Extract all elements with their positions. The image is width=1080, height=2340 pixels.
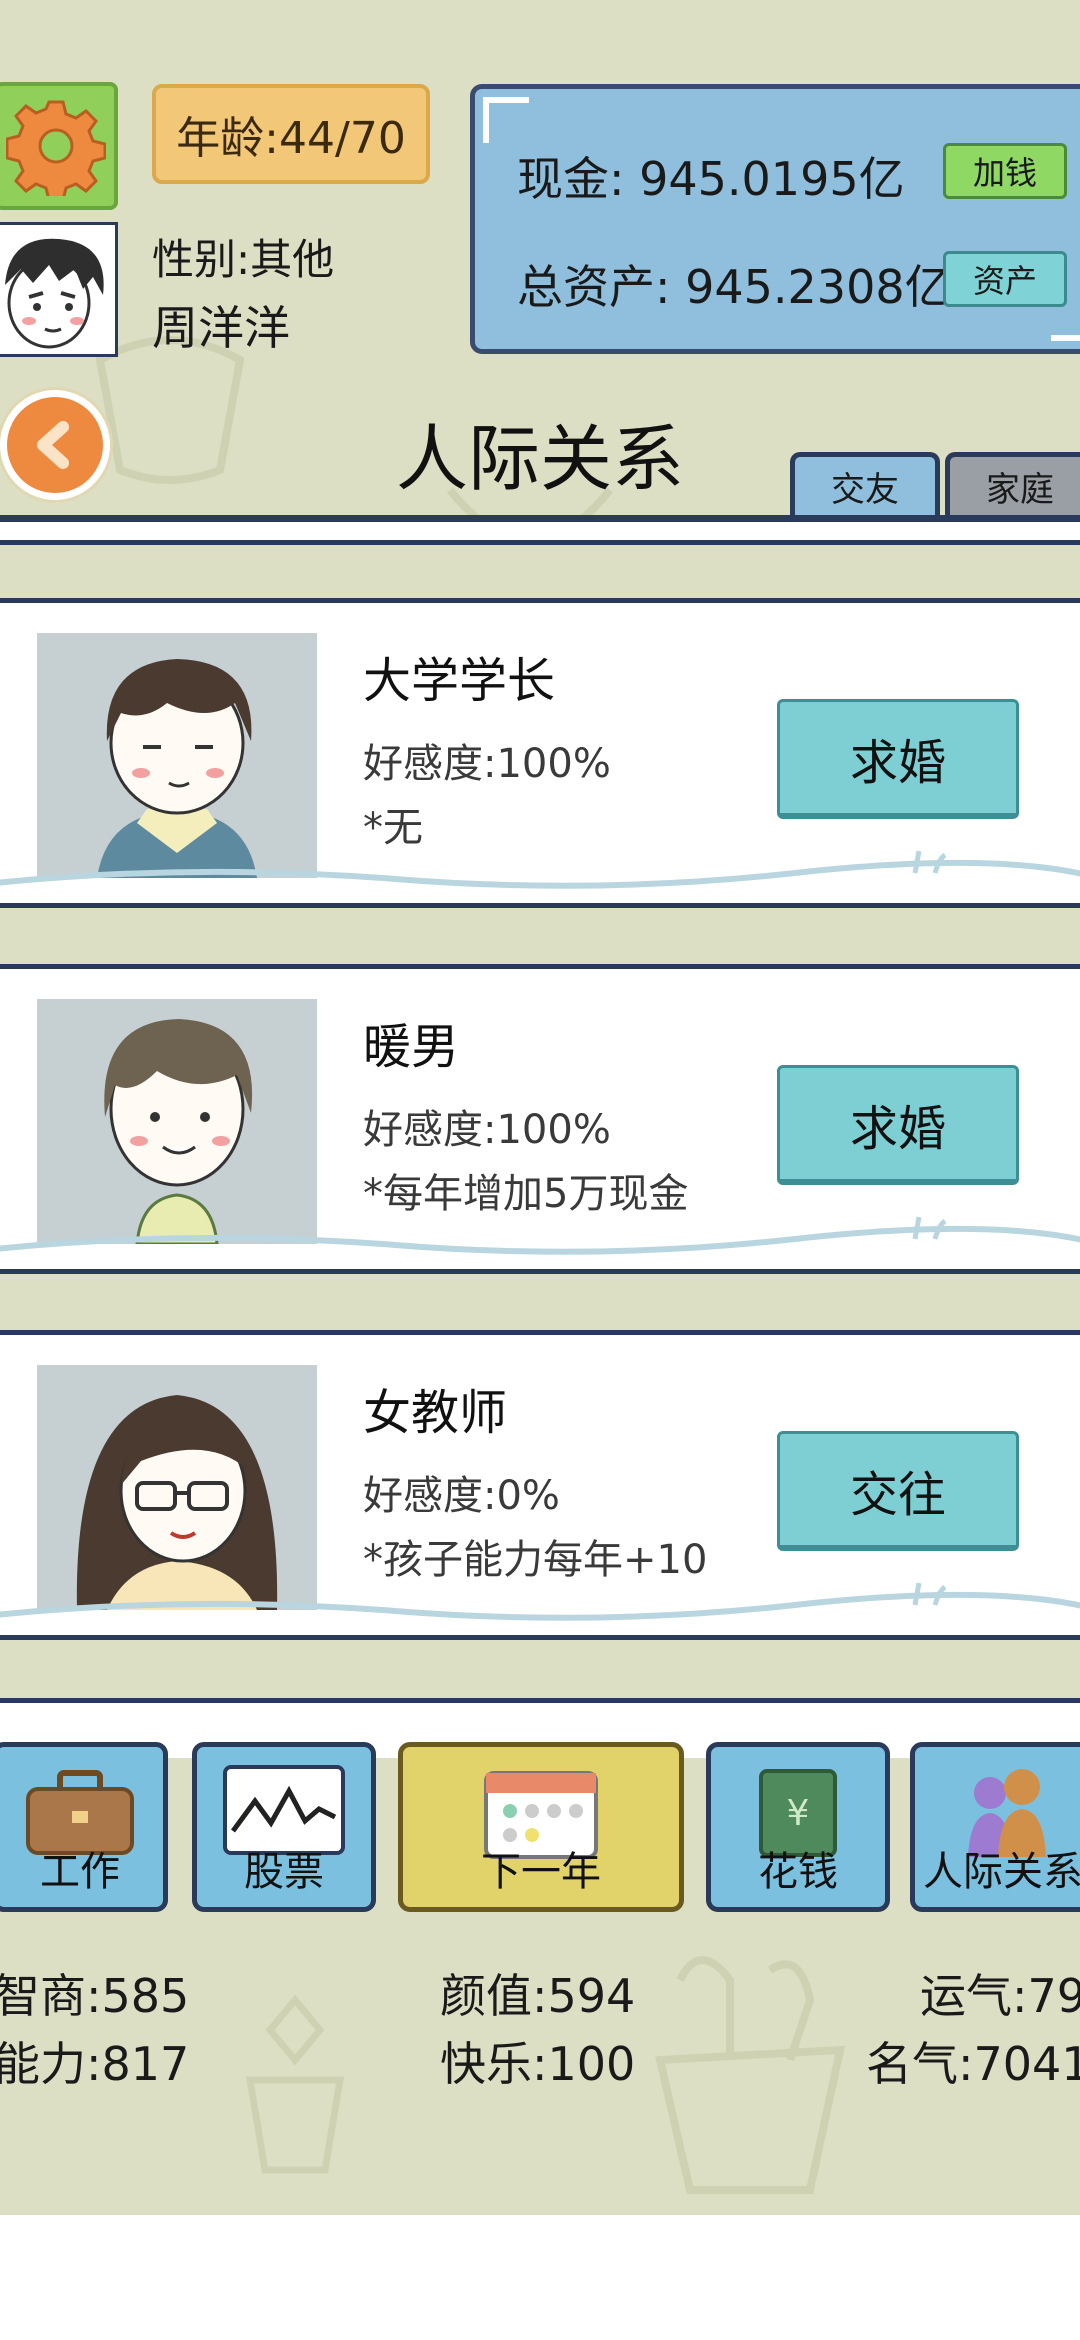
cash-label: 现金: 945.0195亿 [517, 152, 905, 206]
player-name: 周洋洋 [152, 301, 290, 355]
list-header-strip [0, 515, 1080, 545]
svg-text:¥: ¥ [787, 1793, 810, 1834]
gender-label: 性别:其他 [152, 235, 335, 284]
nav-stocks-button[interactable]: 股票 [192, 1742, 376, 1912]
stat-fame: 名气:7041 [866, 2037, 1080, 2091]
flower-pot-doodle-icon [245, 1994, 345, 2174]
date-button[interactable]: 交往 [777, 1431, 1019, 1551]
nav-label: 花钱 [758, 1849, 838, 1895]
stat-looks: 颜值:594 [440, 1969, 636, 2023]
propose-button[interactable]: 求婚 [777, 1065, 1019, 1185]
gear-icon [6, 100, 106, 196]
settings-button[interactable] [0, 82, 118, 210]
contact-name: 暖男 [363, 1019, 460, 1075]
stat-iq: 智商:585 [0, 1969, 190, 2023]
relationship-card: 大学学长 好感度:100% *无 求婚 [0, 598, 1080, 908]
nav-work-button[interactable]: 工作 [0, 1742, 168, 1912]
nav-label: 人际关系 [923, 1849, 1080, 1895]
warm-guy-portrait-icon [104, 1019, 253, 1244]
add-money-button[interactable]: 加钱 [943, 143, 1067, 199]
money-panel: 现金: 945.0195亿 加钱 总资产: 945.2308亿 资产 [470, 84, 1080, 354]
player-face-icon [5, 238, 104, 349]
favor-level: 好感度:0% [363, 1473, 560, 1519]
nav-label: 股票 [244, 1849, 324, 1895]
contact-name: 女教师 [363, 1385, 508, 1441]
wave-decoration-icon [0, 850, 1080, 889]
wave-decoration-icon [0, 1216, 1080, 1255]
senior-student-portrait-icon [97, 659, 257, 878]
female-teacher-portrait-icon [76, 1395, 278, 1610]
nav-label: 工作 [40, 1849, 120, 1895]
portrait-senior-student [37, 633, 317, 878]
nav-label: 下一年 [481, 1849, 601, 1895]
assets-button[interactable]: 资产 [943, 251, 1067, 307]
wave-decoration-icon [0, 1582, 1080, 1621]
stat-ability: 能力:817 [0, 2037, 190, 2091]
portrait-warm-guy [37, 999, 317, 1244]
stat-happiness: 快乐:100 [440, 2037, 636, 2091]
panel-corner-icon [483, 97, 529, 143]
game-screen: 年龄:44/70 性别:其他 周洋洋 现金: 945.0195亿 加钱 总资产:… [0, 0, 1080, 2215]
relationship-card: 女教师 好感度:0% *孩子能力每年+10 交往 [0, 1330, 1080, 1640]
tab-family[interactable]: 家庭 [945, 452, 1080, 516]
favor-level: 好感度:100% [363, 1107, 611, 1153]
player-avatar[interactable] [0, 222, 118, 357]
propose-button[interactable]: 求婚 [777, 699, 1019, 819]
tab-friends[interactable]: 交友 [790, 452, 940, 516]
nav-next-year-button[interactable]: 下一年 [398, 1742, 684, 1912]
favor-level: 好感度:100% [363, 741, 611, 787]
portrait-female-teacher [37, 1365, 317, 1610]
stat-luck: 运气:79 [920, 1969, 1080, 2023]
nav-relationships-button[interactable]: 人际关系 [910, 1742, 1080, 1912]
age-badge: 年龄:44/70 [152, 84, 430, 184]
contact-name: 大学学长 [363, 653, 556, 709]
relationship-card: 暖男 好感度:100% *每年增加5万现金 求婚 [0, 964, 1080, 1274]
total-assets-label: 总资产: 945.2308亿 [517, 260, 951, 314]
cactus-pot-doodle-icon [655, 1956, 846, 2194]
nav-spend-button[interactable]: ¥ 花钱 [706, 1742, 890, 1912]
